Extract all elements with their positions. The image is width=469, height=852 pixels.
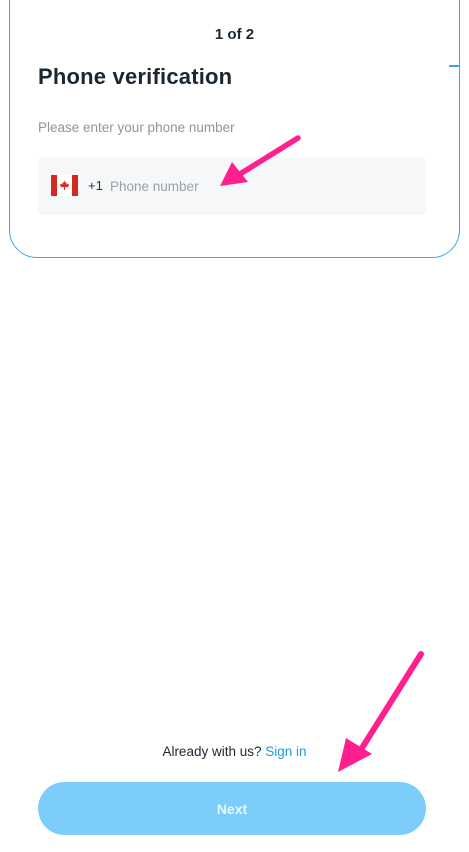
maple-leaf-icon <box>59 180 70 190</box>
signin-prompt: Already with us? <box>162 744 262 759</box>
phone-prompt-label: Please enter your phone number <box>38 120 235 135</box>
card-divider <box>449 65 459 67</box>
canada-flag-icon[interactable] <box>51 175 78 196</box>
next-button[interactable]: Next <box>38 782 426 835</box>
signin-line: Already with us? Sign in <box>0 744 469 759</box>
sign-in-link[interactable]: Sign in <box>265 744 306 759</box>
phone-verification-screen: 1 of 2 Phone verification Please enter y… <box>0 0 469 852</box>
dial-code: +1 <box>88 178 103 193</box>
flag-band-right <box>72 175 78 196</box>
phone-number-input[interactable] <box>110 173 410 199</box>
step-indicator: 1 of 2 <box>214 26 255 43</box>
page-title: Phone verification <box>38 64 233 89</box>
phone-field[interactable]: +1 <box>38 157 426 215</box>
flag-center <box>57 175 72 196</box>
